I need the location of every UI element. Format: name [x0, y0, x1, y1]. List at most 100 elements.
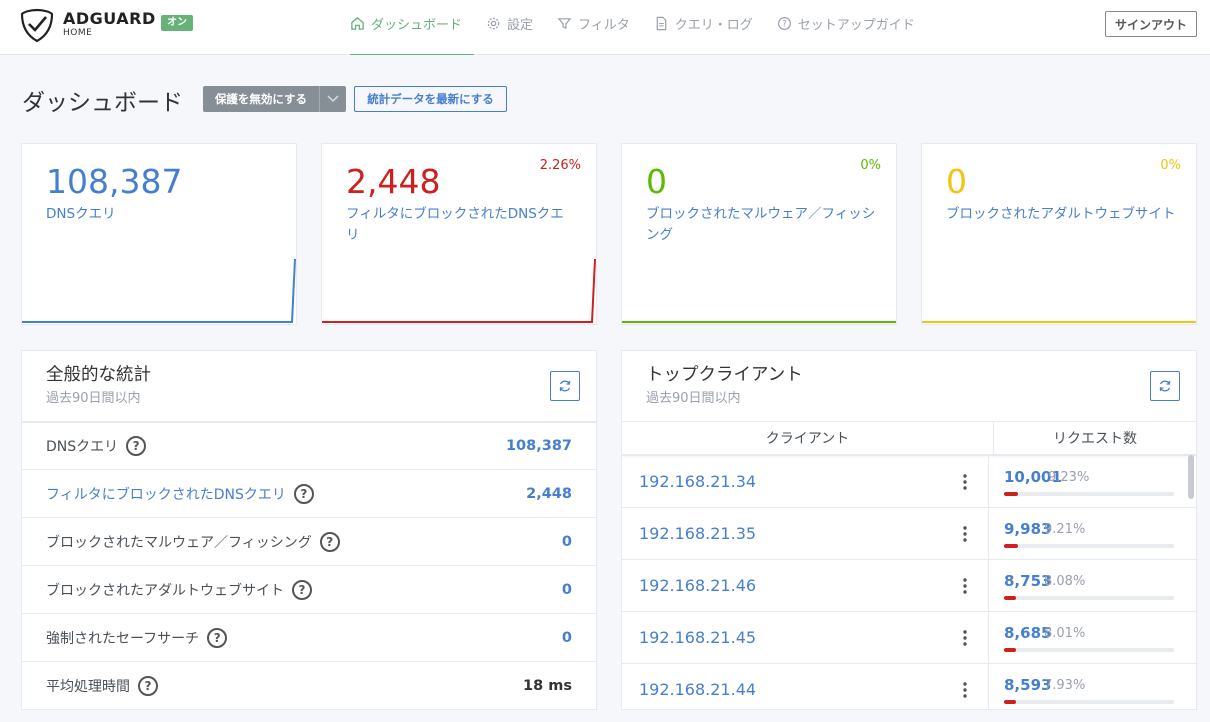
request-percent: 9.21%: [1044, 521, 1086, 537]
question-icon[interactable]: ?: [138, 675, 158, 696]
request-bar-fill: [1004, 543, 1019, 548]
row-menu-button[interactable]: [942, 681, 988, 699]
stats-label-text: DNSクエリ: [46, 439, 119, 455]
nav-settings[interactable]: 設定: [474, 0, 545, 55]
disable-protection-group: 保護を無効にする: [203, 86, 346, 112]
stats-row-value: 0: [561, 629, 572, 646]
stats-row-avg-time: 平均処理時間? 18 ms: [22, 661, 596, 709]
panel-subtitle: 過去90日間以内: [646, 391, 741, 406]
stat-sparkline: [322, 258, 596, 323]
stats-row-dns-queries: DNSクエリ? 108,387: [22, 421, 596, 469]
main-nav: ダッシュボード 設定 フィルタ クエリ・ログ ? セットアップガイド: [350, 0, 927, 55]
stats-row-value: 2,448: [526, 485, 572, 502]
stat-card-blocked-malware: 0% 0 ブロックされたマルウェア／フィッシング: [621, 143, 897, 325]
stats-row-blocked-malware: ブロックされたマルウェア／フィッシング? 0: [22, 517, 596, 565]
request-cell: 8,685 8.01%: [988, 611, 1196, 664]
request-bar-fill: [1004, 699, 1017, 704]
table-row: 192.168.21.35 9,983 9.21%: [622, 507, 1196, 560]
stats-row-blocked-filters: フィルタにブロックされたDNSクエリ? 2,448: [22, 469, 596, 517]
status-badge: オン: [161, 15, 193, 31]
refresh-icon: [1159, 380, 1171, 392]
request-cell: 8,593 7.93%: [988, 663, 1196, 709]
more-vertical-icon: [963, 473, 967, 490]
home-icon: [351, 16, 364, 30]
stats-row-value: 18 ms: [523, 677, 572, 694]
table-row: 192.168.21.45 8,685 8.01%: [622, 611, 1196, 664]
stats-label-text: 強制されたセーフサーチ: [46, 630, 200, 647]
refresh-top-clients-button[interactable]: [1150, 371, 1180, 401]
request-bar-fill: [1004, 647, 1017, 652]
table-row: 192.168.21.44 8,593 7.93%: [622, 663, 1196, 709]
stat-sparkline: [622, 321, 896, 323]
stat-value: 2,448: [346, 162, 441, 201]
stats-row-label: 強制されたセーフサーチ?: [46, 627, 228, 648]
chevron-down-icon: [327, 95, 339, 103]
stat-label: ブロックされたマルウェア／フィッシング: [646, 206, 876, 243]
nav-filters[interactable]: フィルタ: [545, 0, 642, 55]
row-menu-button[interactable]: [942, 473, 988, 491]
refresh-icon: [559, 380, 571, 392]
question-icon[interactable]: ?: [292, 579, 312, 600]
request-percent: 9.23%: [1048, 469, 1090, 485]
question-icon[interactable]: ?: [207, 627, 228, 648]
table-header: クライアント リクエスト数: [622, 421, 1196, 455]
stat-label: ブロックされたアダルトウェブサイト: [946, 206, 1176, 222]
stats-row-label: ブロックされたマルウェア／フィッシング?: [46, 531, 340, 552]
row-menu-button[interactable]: [942, 629, 988, 647]
stats-row-label: 平均処理時間?: [46, 675, 158, 696]
nav-query-log[interactable]: クエリ・ログ: [642, 0, 765, 55]
client-ip[interactable]: 192.168.21.35: [622, 524, 942, 543]
nav-dashboard[interactable]: ダッシュボード: [350, 0, 475, 55]
request-bar: [1004, 647, 1174, 652]
nav-query-log-label: クエリ・ログ: [674, 18, 753, 33]
row-menu-button[interactable]: [942, 577, 988, 595]
row-menu-button[interactable]: [942, 525, 988, 543]
panel-title: 全般的な統計: [46, 365, 151, 385]
stats-label-text: ブロックされたアダルトウェブサイト: [46, 582, 284, 599]
client-ip[interactable]: 192.168.21.34: [622, 472, 942, 491]
stat-percent: 0%: [1160, 158, 1181, 173]
stat-percent: 2.26%: [539, 158, 581, 173]
more-vertical-icon: [963, 629, 967, 646]
nav-setup-guide[interactable]: ? セットアップガイド: [765, 0, 927, 55]
document-icon: [656, 16, 667, 31]
adguard-shield-logo[interactable]: [20, 8, 54, 42]
nav-dashboard-label: ダッシュボード: [371, 17, 463, 33]
request-bar: [1004, 491, 1174, 496]
stats-row-label: DNSクエリ?: [46, 436, 147, 456]
svg-text:?: ?: [782, 19, 786, 29]
brand-subtitle: HOME: [63, 28, 93, 38]
question-icon[interactable]: ?: [126, 436, 147, 456]
stat-value: 0: [946, 162, 967, 201]
column-header-client[interactable]: クライアント: [622, 422, 994, 454]
signout-button[interactable]: サインアウト: [1105, 11, 1197, 37]
disable-protection-dropdown[interactable]: [319, 86, 346, 112]
client-ip[interactable]: 192.168.21.44: [622, 680, 942, 699]
page-title: ダッシュボード: [22, 90, 183, 116]
client-ip[interactable]: 192.168.21.46: [622, 576, 942, 595]
request-bar: [1004, 595, 1174, 600]
stat-sparkline: [22, 258, 296, 323]
refresh-stats-button[interactable]: 統計データを最新にする: [354, 86, 507, 112]
request-bar-fill: [1004, 595, 1017, 600]
question-icon[interactable]: ?: [293, 483, 314, 504]
stats-label-text: 平均処理時間: [46, 678, 130, 695]
gear-icon: [487, 17, 500, 30]
help-circle-icon: ?: [777, 16, 791, 31]
brand-name: ADGUARD: [63, 9, 156, 28]
panel-subtitle: 過去90日間以内: [46, 391, 141, 406]
disable-protection-button[interactable]: 保護を無効にする: [203, 86, 319, 112]
scrollbar[interactable]: [1188, 455, 1194, 499]
column-header-requests[interactable]: リクエスト数: [994, 422, 1196, 454]
more-vertical-icon: [963, 681, 967, 698]
nav-setup-guide-label: セットアップガイド: [797, 18, 915, 33]
stats-row-safesearch: 強制されたセーフサーチ? 0: [22, 613, 596, 661]
stats-label-text: ブロックされたマルウェア／フィッシング: [46, 534, 312, 551]
client-ip[interactable]: 192.168.21.45: [622, 628, 942, 647]
request-percent: 7.93%: [1044, 677, 1086, 693]
stat-percent: 0%: [860, 158, 881, 173]
nav-filters-label: フィルタ: [578, 18, 630, 33]
stat-card-blocked-adult: 0% 0 ブロックされたアダルトウェブサイト: [921, 143, 1197, 325]
question-icon[interactable]: ?: [319, 531, 340, 552]
refresh-general-stats-button[interactable]: [550, 371, 580, 401]
